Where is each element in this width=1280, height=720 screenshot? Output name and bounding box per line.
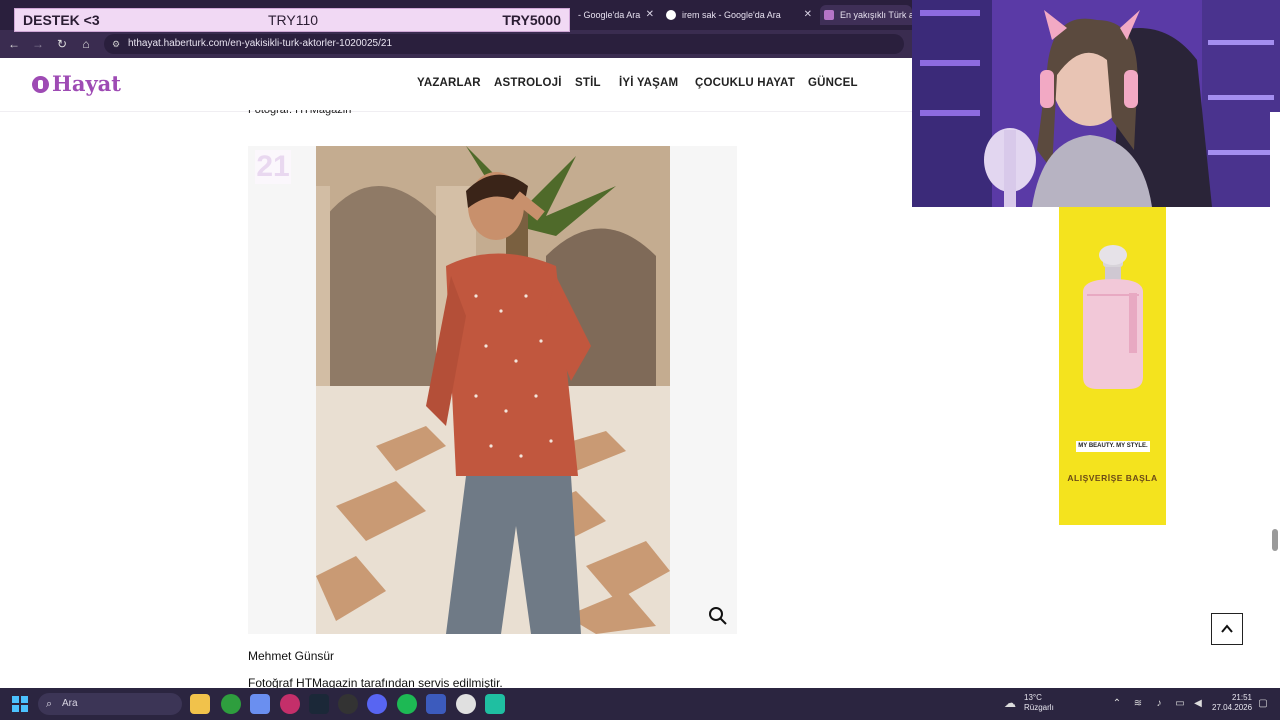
discord-icon[interactable] — [367, 694, 387, 714]
gallery-number: 21 — [255, 150, 291, 184]
taskbar: ⌕ Ara ☁ 13°C Rüzgarlı ⌃ ≋ ♪ ▭ ◀ 21:51 27… — [0, 688, 1280, 720]
weather-icon: ☁ — [1004, 696, 1016, 710]
logo-mark-icon — [32, 76, 49, 93]
google-icon — [666, 10, 676, 20]
file-explorer-icon[interactable] — [190, 694, 210, 714]
url-text: hthayat.haberturk.com/en-yakisikli-turk-… — [128, 38, 393, 49]
nav-item-yazarlar[interactable]: YAZARLAR — [417, 77, 481, 89]
donation-current: TRY110 — [268, 12, 319, 28]
chevron-up-icon — [1221, 624, 1233, 633]
volume-icon[interactable]: ◀ — [1191, 697, 1205, 711]
ad-tagline: MY BEAUTY. MY STYLE. — [1076, 441, 1150, 452]
chevron-up-icon[interactable]: ⌃ — [1110, 697, 1124, 711]
tab-google-search[interactable]: - Google'da Ara ✕ — [562, 5, 654, 25]
search-placeholder: Ara — [62, 698, 78, 709]
nav-item-iyi-yasam[interactable]: İYİ YAŞAM — [619, 77, 678, 89]
site-settings-icon[interactable]: ⚙ — [112, 38, 122, 50]
tab-title: - Google'da Ara — [578, 10, 641, 20]
back-to-top-button[interactable] — [1211, 613, 1243, 645]
photo-subject-name: Mehmet Günsür — [248, 649, 335, 663]
chrome-icon[interactable] — [456, 694, 476, 714]
display-icon[interactable]: ▭ — [1173, 697, 1187, 711]
zoom-icon[interactable] — [706, 604, 730, 628]
nav-item-astroloji[interactable]: ASTROLOJİ — [494, 77, 562, 89]
donation-goal: TRY5000 — [502, 12, 561, 28]
xbox-icon[interactable] — [221, 694, 241, 714]
obs-icon[interactable] — [338, 694, 358, 714]
gallery-photo[interactable] — [316, 146, 670, 634]
tab-active-article[interactable]: En yakışıklı Türk akt — [820, 5, 912, 25]
ad-cta-button[interactable]: ALIŞVERİŞE BAŞLA — [1059, 473, 1166, 483]
site-favicon-icon — [824, 10, 834, 20]
donation-goal-bar: DESTEK <3 TRY110 TRY5000 — [14, 8, 570, 32]
search-icon: ⌕ — [46, 698, 53, 710]
site-logo[interactable]: Hayat — [32, 70, 122, 98]
whatsapp-icon[interactable] — [485, 694, 505, 714]
page-scrollbar[interactable] — [1270, 112, 1280, 690]
weather-temp: 13°C — [1024, 693, 1042, 702]
weather-desc: Rüzgarlı — [1024, 703, 1054, 712]
close-icon[interactable]: ✕ — [804, 5, 812, 25]
app-icon[interactable] — [426, 694, 446, 714]
windows-start-icon[interactable] — [12, 696, 28, 712]
tab-irem-sak[interactable]: irem sak - Google'da Ara ✕ — [666, 5, 812, 25]
webcam-overlay — [912, 0, 1280, 207]
clock-time: 21:51 — [1231, 693, 1252, 702]
copilot-icon[interactable] — [250, 694, 270, 714]
back-icon[interactable]: ← — [6, 36, 22, 52]
spotify-icon[interactable] — [397, 694, 417, 714]
nav-item-cocuklu-hayat[interactable]: ÇOCUKLU HAYAT — [695, 77, 795, 89]
close-icon[interactable]: ✕ — [646, 5, 654, 25]
microphone-icon[interactable]: ♪ — [1152, 697, 1166, 711]
site-header: Hayat YAZARLAR ASTROLOJİ STİL İYİ YAŞAM … — [0, 58, 912, 112]
taskbar-search[interactable]: ⌕ Ara — [38, 693, 182, 715]
system-clock[interactable]: 21:51 27.04.2026 — [1212, 693, 1252, 713]
webcam-illustration — [912, 0, 1280, 207]
home-icon[interactable]: ⌂ — [78, 36, 94, 52]
steam-icon[interactable] — [309, 694, 329, 714]
network-icon[interactable]: ≋ — [1131, 697, 1145, 711]
perfume-ad[interactable]: MY BEAUTY. MY STYLE. ALIŞVERİŞE BAŞLA — [1059, 207, 1166, 525]
tab-title: En yakışıklı Türk akt — [840, 10, 912, 20]
nav-item-guncel[interactable]: GÜNCEL — [808, 77, 858, 89]
tab-title: irem sak - Google'da Ara — [682, 10, 781, 20]
url-input[interactable]: ⚙ hthayat.haberturk.com/en-yakisikli-tur… — [104, 34, 904, 54]
donation-label: DESTEK <3 — [23, 12, 100, 28]
forward-icon[interactable]: → — [30, 36, 46, 52]
reload-icon[interactable]: ↻ — [54, 36, 70, 52]
notification-icon[interactable]: ▢ — [1256, 697, 1270, 711]
photo-illustration — [316, 146, 670, 634]
weather-widget[interactable]: 13°C Rüzgarlı — [1024, 693, 1054, 713]
logo-text: Hayat — [52, 71, 121, 96]
perfume-bottle-illustration — [1083, 245, 1143, 389]
clock-date: 27.04.2026 — [1212, 703, 1253, 712]
opera-icon[interactable] — [280, 694, 300, 714]
scrollbar-thumb[interactable] — [1272, 529, 1278, 551]
nav-item-stil[interactable]: STİL — [575, 77, 601, 89]
